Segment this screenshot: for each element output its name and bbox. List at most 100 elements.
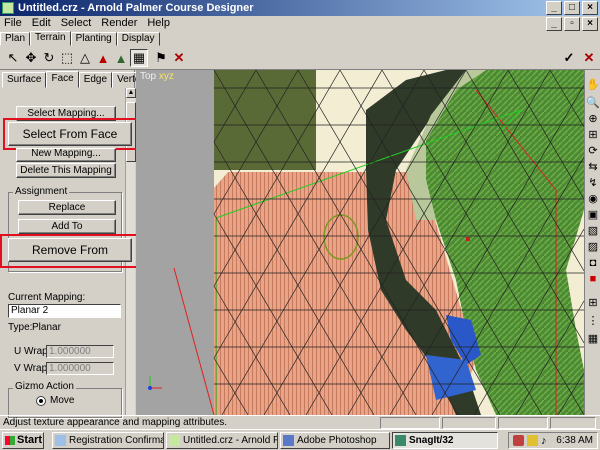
- doc-close-button[interactable]: ×: [582, 17, 598, 31]
- task-label: SnagIt/32: [409, 435, 454, 446]
- view-front-icon[interactable]: ▨: [586, 240, 600, 254]
- type-value: Planar: [32, 322, 61, 333]
- remove-from-button[interactable]: Remove From: [8, 238, 132, 262]
- menu-file[interactable]: File: [0, 16, 28, 32]
- gizmo-label: Gizmo Action: [13, 381, 76, 392]
- current-mapping-field[interactable]: Planar 2: [8, 304, 121, 318]
- minimize-button[interactable]: _: [546, 1, 562, 15]
- tab-terrain[interactable]: Terrain: [30, 31, 71, 46]
- mesh-icon[interactable]: △: [76, 49, 94, 67]
- tab-plan[interactable]: Plan: [0, 32, 31, 46]
- rotate-icon[interactable]: ↻: [40, 49, 58, 67]
- tab-display[interactable]: Display: [116, 32, 160, 46]
- maximize-button[interactable]: □: [564, 1, 580, 15]
- stop-icon[interactable]: ■: [586, 272, 600, 286]
- zoom-extents-icon[interactable]: ⊕: [586, 112, 600, 126]
- u-wrap-field: 1.000000: [46, 345, 114, 358]
- move-radio[interactable]: [36, 396, 46, 406]
- status-bar: Adjust texture appearance and mapping at…: [0, 415, 600, 429]
- task-course-designer[interactable]: Untitled.crz - Arnold Pal...: [166, 432, 278, 449]
- window-title: Untitled.crz - Arnold Palmer Course Desi…: [18, 2, 254, 14]
- current-mapping-label: Current Mapping:: [8, 292, 86, 303]
- task-snagit[interactable]: SnagIt/32: [392, 432, 498, 449]
- v-wrap-label: V Wrap:: [14, 363, 50, 374]
- toolbar: ↖ ✥ ↻ ⬚ △ ▲ ▲ ▦ ⚑ ✕ ✓ ✕: [0, 46, 600, 70]
- task-label: Adobe Photoshop: [297, 435, 377, 446]
- menu-select[interactable]: Select: [57, 16, 98, 32]
- status-cell-3: [498, 417, 548, 429]
- pan-hand-icon[interactable]: ✋: [586, 78, 600, 92]
- view-name: Top: [140, 71, 157, 82]
- delete-mapping-button[interactable]: Delete This Mapping: [16, 163, 116, 178]
- menu-bar: File Edit Select Render Help _ ▫ ×: [0, 16, 600, 32]
- close-button[interactable]: ×: [582, 1, 598, 15]
- taskbar: Start Registration Confirmatio... Untitl…: [0, 429, 600, 450]
- speaker-icon[interactable]: ♪: [541, 434, 547, 449]
- clock: 6:38 AM: [556, 435, 593, 446]
- app-task-icon: [169, 435, 180, 446]
- task-label: Registration Confirmatio...: [69, 435, 163, 446]
- status-cell-2: [442, 417, 496, 429]
- snap-icon[interactable]: ⋮: [586, 314, 600, 328]
- status-cell-1: [380, 417, 440, 429]
- walk-icon[interactable]: ⇆: [586, 160, 600, 174]
- view-axes: xyz: [158, 71, 174, 82]
- tab-planting[interactable]: Planting: [70, 32, 117, 46]
- mapping-panel: Surface Face Edge Vertex ▲ Select Mappin…: [0, 70, 151, 418]
- viewport-3d[interactable]: Top xyz: [136, 70, 584, 415]
- viewport-label: Top xyz: [140, 71, 174, 82]
- texture-map-icon[interactable]: ▦: [130, 49, 148, 67]
- start-label: Start: [17, 434, 43, 446]
- tab-edge[interactable]: Edge: [78, 72, 113, 88]
- start-button[interactable]: Start: [2, 432, 44, 449]
- main-tabs: Plan Terrain Planting Display: [0, 31, 160, 46]
- move-icon[interactable]: ✥: [22, 49, 40, 67]
- doc-restore-button[interactable]: ▫: [564, 17, 580, 31]
- view-top-icon[interactable]: ▧: [586, 224, 600, 238]
- type-label: Type:: [8, 322, 33, 333]
- assignment-label: Assignment: [13, 186, 70, 197]
- new-mapping-button[interactable]: New Mapping...: [16, 148, 116, 162]
- arrow-select-icon[interactable]: ↖: [4, 49, 22, 67]
- view-side-icon[interactable]: ◘: [586, 256, 600, 270]
- orbit-icon[interactable]: ⟳: [586, 144, 600, 158]
- photoshop-icon: [283, 435, 294, 446]
- menu-render[interactable]: Render: [97, 16, 143, 32]
- windows-logo-icon: [5, 436, 15, 445]
- move-label: Move: [50, 395, 75, 406]
- flag-icon[interactable]: ⚑: [152, 49, 170, 67]
- tab-surface[interactable]: Surface: [2, 72, 47, 88]
- system-tray: ♪ 6:38 AM: [508, 432, 598, 449]
- zoom-icon[interactable]: 🔍: [586, 96, 600, 110]
- task-label: Untitled.crz - Arnold Pal...: [183, 435, 277, 446]
- grid-toggle-icon[interactable]: ⊞: [586, 296, 600, 310]
- title-bar: Untitled.crz - Arnold Palmer Course Desi…: [0, 0, 600, 16]
- task-registration[interactable]: Registration Confirmatio...: [52, 432, 164, 449]
- doc-minimize-button[interactable]: _: [546, 17, 562, 31]
- scale-icon[interactable]: ⬚: [58, 49, 76, 67]
- cancel-icon[interactable]: ✕: [580, 49, 598, 67]
- tray-app-icon[interactable]: [513, 435, 524, 446]
- zoom-region-icon[interactable]: ⊞: [586, 128, 600, 142]
- add-to-button[interactable]: Add To: [18, 219, 116, 234]
- terrain-paint-icon[interactable]: ▲: [112, 49, 130, 67]
- task-photoshop[interactable]: Adobe Photoshop: [280, 432, 390, 449]
- browser-icon: [55, 435, 66, 446]
- terrain-raise-icon[interactable]: ▲: [94, 49, 112, 67]
- replace-button[interactable]: Replace: [18, 200, 116, 215]
- accept-icon[interactable]: ✓: [560, 49, 578, 67]
- menu-edit[interactable]: Edit: [28, 16, 57, 32]
- v-wrap-field: 1.000000: [46, 362, 114, 375]
- status-cell-4: [550, 417, 596, 429]
- tray-network-icon[interactable]: [527, 435, 538, 446]
- select-from-face-button[interactable]: Select From Face: [8, 122, 132, 146]
- snagit-icon: [395, 435, 406, 446]
- tab-face[interactable]: Face: [46, 71, 79, 88]
- tilt-icon[interactable]: ↯: [586, 176, 600, 190]
- camera-icon[interactable]: ▣: [586, 208, 600, 222]
- wireframe-icon[interactable]: ▦: [586, 332, 600, 346]
- render-icon[interactable]: ◉: [586, 192, 600, 206]
- delete-icon[interactable]: ✕: [170, 49, 188, 67]
- scroll-up-icon[interactable]: ▲: [126, 88, 136, 98]
- menu-help[interactable]: Help: [143, 16, 176, 32]
